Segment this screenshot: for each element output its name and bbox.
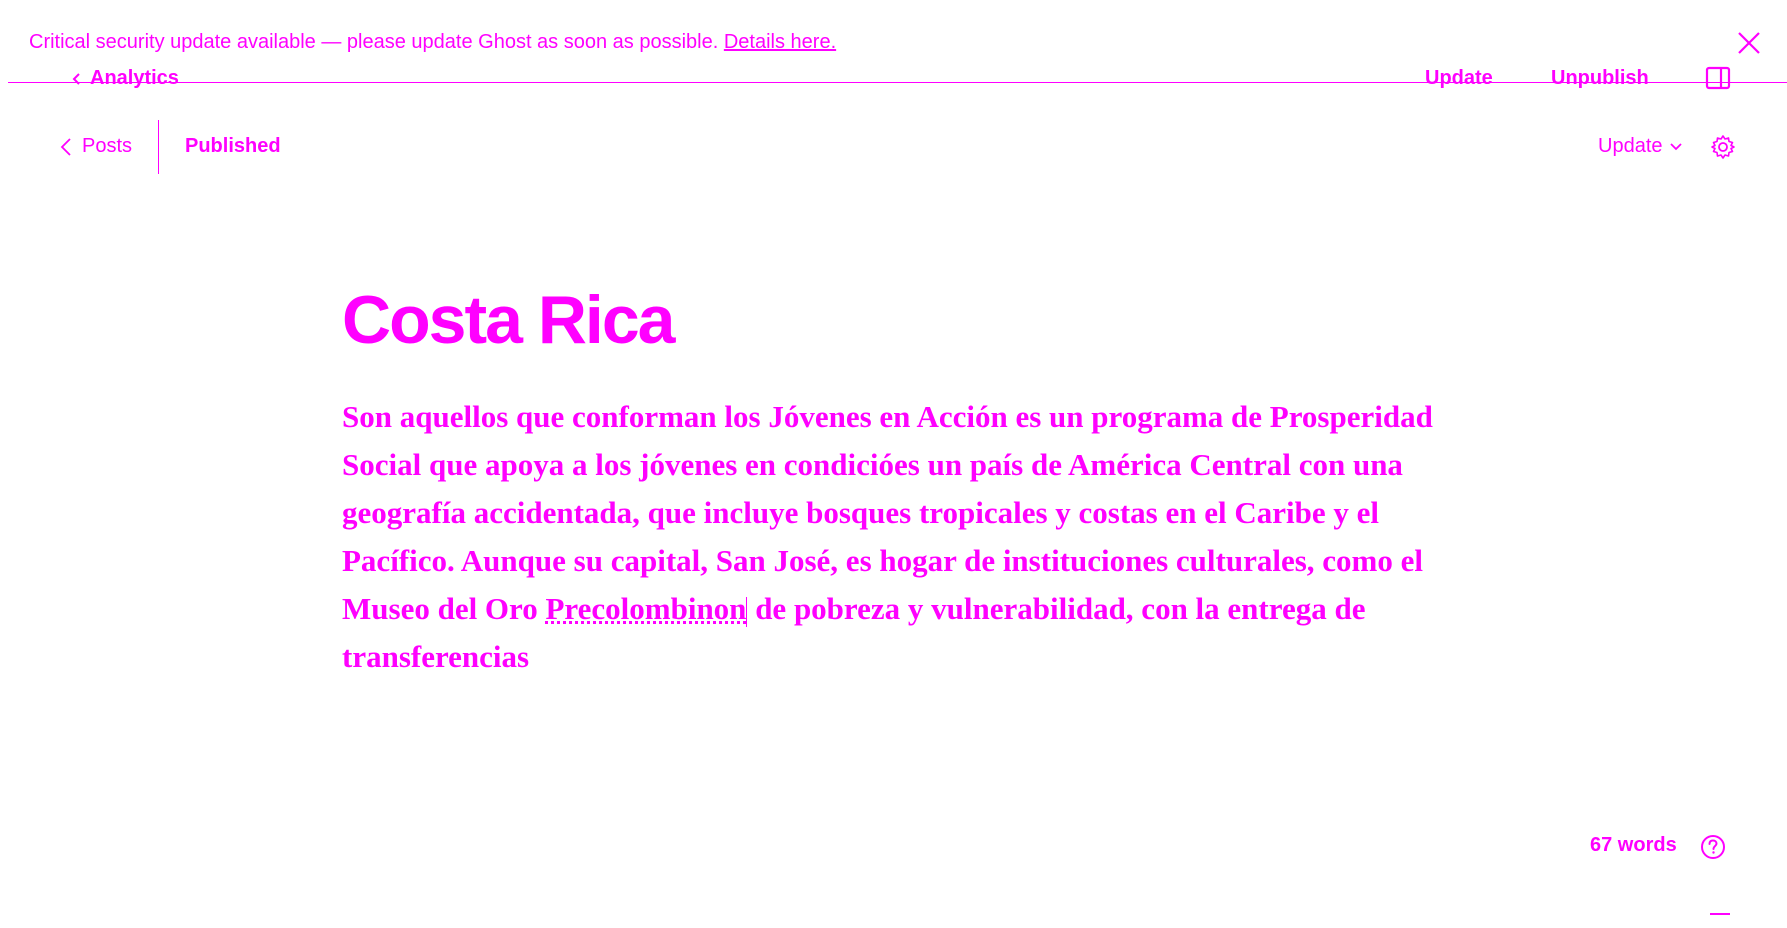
post-body-editor[interactable]: Son aquellos que conforman los Jóvenes e… bbox=[342, 393, 1482, 681]
header-update-button[interactable]: Update bbox=[1425, 67, 1493, 90]
sidebar-toggle-icon bbox=[1705, 66, 1731, 90]
gear-icon bbox=[1711, 135, 1735, 159]
update-menu-label: Update bbox=[1598, 135, 1663, 157]
word-count: 67 words bbox=[1590, 834, 1677, 856]
chevron-left-icon bbox=[60, 137, 71, 156]
security-details-link[interactable]: Details here. bbox=[724, 31, 836, 53]
help-circle-icon bbox=[1701, 835, 1725, 859]
post-status: Published bbox=[185, 135, 281, 157]
banner-divider bbox=[8, 82, 1787, 83]
help-button[interactable] bbox=[1699, 833, 1727, 861]
posts-label: Posts bbox=[82, 135, 133, 157]
post-settings-button[interactable] bbox=[1710, 134, 1736, 160]
back-to-analytics-link[interactable]: Analytics bbox=[72, 67, 179, 90]
post-title[interactable]: Costa Rica bbox=[342, 283, 675, 358]
security-banner: Critical security update available — ple… bbox=[29, 31, 836, 54]
close-icon bbox=[1738, 32, 1760, 54]
nav-divider bbox=[158, 120, 159, 174]
close-banner-button[interactable] bbox=[1736, 30, 1762, 56]
chevron-down-icon bbox=[1669, 142, 1682, 150]
chevron-left-icon bbox=[72, 72, 80, 85]
unpublish-button[interactable]: Unpublish bbox=[1551, 67, 1649, 90]
footer-dash bbox=[1710, 913, 1730, 915]
back-to-posts-link[interactable]: Posts bbox=[60, 135, 132, 158]
sidebar-toggle-button[interactable] bbox=[1705, 66, 1731, 90]
analytics-label: Analytics bbox=[90, 67, 179, 89]
update-menu-button[interactable]: Update bbox=[1598, 135, 1683, 158]
spellcheck-flagged-word[interactable]: Precolombinon bbox=[546, 591, 747, 626]
security-banner-message: Critical security update available — ple… bbox=[29, 31, 719, 53]
